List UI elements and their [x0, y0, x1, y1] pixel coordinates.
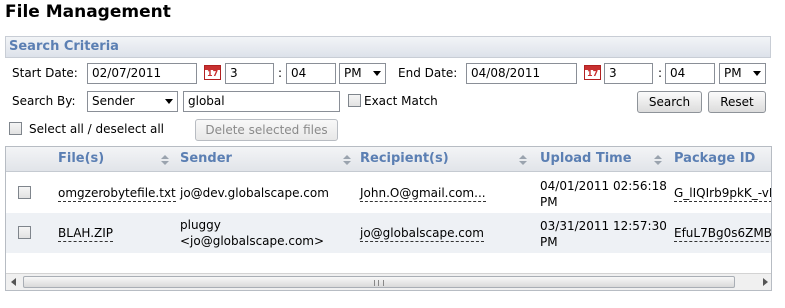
chevron-down-icon: [753, 71, 761, 76]
search-by-value: Sender: [92, 94, 135, 108]
scrollbar-thumb[interactable]: [23, 276, 735, 288]
search-button[interactable]: Search: [637, 91, 702, 113]
horizontal-scrollbar[interactable]: [6, 273, 771, 290]
column-header-sender[interactable]: Sender: [180, 151, 232, 166]
start-calendar-icon[interactable]: 17: [204, 65, 221, 80]
row-checkbox[interactable]: [18, 186, 31, 199]
end-ampm-select[interactable]: PM: [719, 63, 766, 84]
start-date-label: Start Date:: [12, 66, 78, 80]
package-id-link[interactable]: EfuL7Bg0s6ZMBk: [674, 226, 771, 242]
end-time-separator: :: [658, 66, 663, 80]
delete-selected-button[interactable]: Delete selected files: [195, 119, 338, 141]
column-header-files[interactable]: File(s): [58, 151, 104, 166]
recipient-link[interactable]: jo@globalscape.com: [360, 226, 484, 242]
upload-time-line1: 03/31/2011 12:57:30: [540, 219, 667, 233]
arrow-left-icon[interactable]: [11, 278, 16, 286]
files-table: File(s) Sender Recipient(s) Upload Time …: [5, 146, 772, 291]
reset-button[interactable]: Reset: [708, 91, 766, 113]
end-calendar-icon[interactable]: 17: [584, 65, 601, 80]
start-date-input[interactable]: 02/07/2011: [87, 63, 197, 84]
file-link[interactable]: BLAH.ZIP: [58, 226, 114, 242]
recipient-link[interactable]: John.O@gmail.com...: [360, 186, 486, 202]
column-header-upload-time[interactable]: Upload Time: [540, 151, 632, 166]
search-by-select[interactable]: Sender: [87, 91, 178, 112]
column-header-package-id[interactable]: Package ID: [674, 151, 755, 166]
search-text-input[interactable]: global: [183, 91, 340, 112]
sender-cell-line1: pluggy: [180, 218, 221, 232]
file-link[interactable]: omgzerobytefile.txt: [58, 186, 176, 202]
upload-time-line1: 04/01/2011 02:56:18: [540, 179, 667, 193]
end-date-input[interactable]: 04/08/2011: [466, 63, 577, 84]
search-by-label: Search By:: [12, 94, 76, 108]
start-ampm-select[interactable]: PM: [339, 63, 386, 84]
package-id-link[interactable]: G_lIQIrb9pkK_-vR: [674, 186, 771, 202]
start-time-separator: :: [278, 66, 283, 80]
arrow-right-icon[interactable]: [763, 278, 768, 286]
start-ampm-value: PM: [344, 66, 362, 80]
start-hour-input[interactable]: 3: [225, 63, 274, 84]
sender-cell-line2: <jo@globalscape.com>: [180, 234, 325, 248]
select-all-label: Select all / deselect all: [29, 122, 165, 136]
chevron-down-icon: [165, 99, 173, 104]
end-ampm-value: PM: [724, 66, 742, 80]
table-row[interactable]: BLAH.ZIP pluggy <jo@globalscape.com> jo@…: [6, 213, 771, 253]
search-criteria-heading: Search Criteria: [9, 39, 119, 54]
upload-time-line2: PM: [540, 235, 558, 249]
table-header: File(s) Sender Recipient(s) Upload Time …: [6, 147, 771, 172]
exact-match-label: Exact Match: [364, 94, 438, 108]
grip-icon: [374, 280, 384, 286]
end-minute-input[interactable]: 04: [665, 63, 715, 84]
exact-match-checkbox[interactable]: [348, 94, 361, 107]
row-checkbox[interactable]: [18, 226, 31, 239]
search-criteria-bar: [5, 36, 771, 58]
upload-time-line2: PM: [540, 195, 558, 209]
chevron-down-icon: [373, 71, 381, 76]
sender-cell: jo@dev.globalscape.com: [180, 186, 329, 200]
select-all-checkbox[interactable]: [9, 122, 22, 135]
start-minute-input[interactable]: 04: [286, 63, 336, 84]
column-header-recipients[interactable]: Recipient(s): [360, 151, 449, 166]
end-date-label: End Date:: [398, 66, 458, 80]
end-hour-input[interactable]: 3: [604, 63, 653, 84]
page-title: File Management: [5, 2, 171, 22]
table-row[interactable]: omgzerobytefile.txt jo@dev.globalscape.c…: [6, 173, 771, 213]
